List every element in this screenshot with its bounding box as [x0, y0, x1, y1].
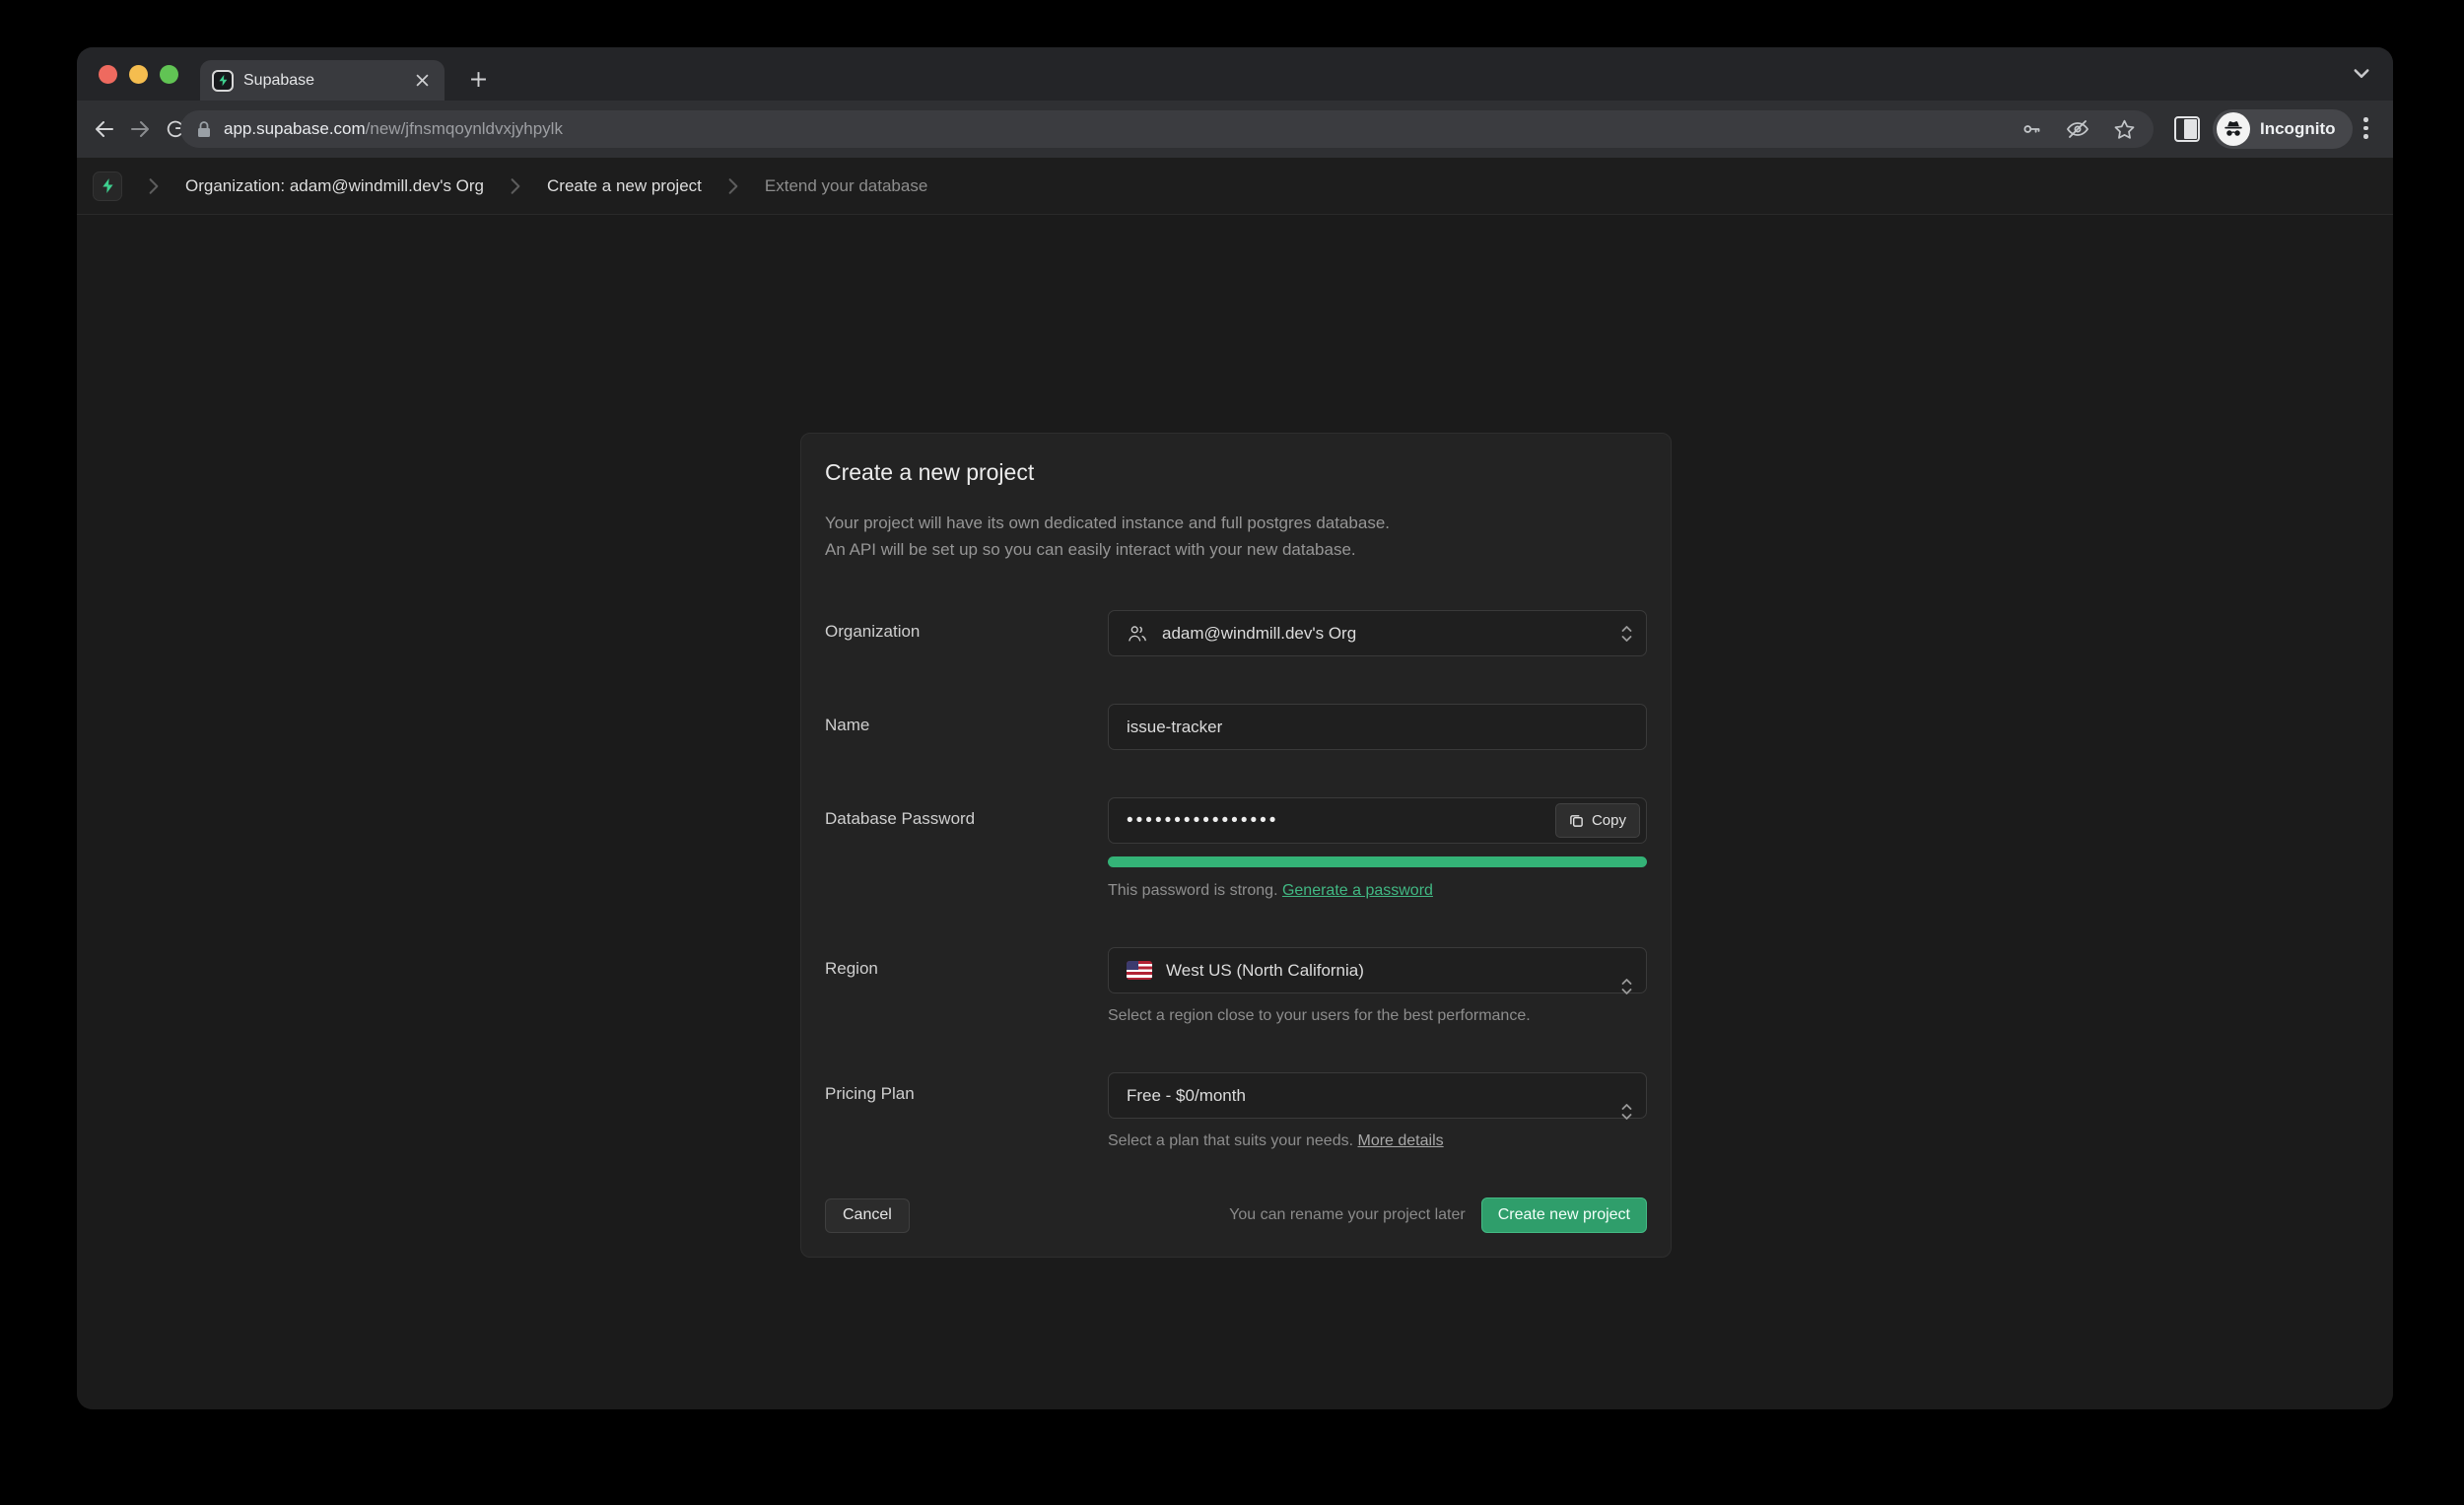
forward-button[interactable]: [122, 111, 158, 147]
breadcrumb-extend-database: Extend your database: [765, 176, 927, 196]
project-name-input[interactable]: [1108, 704, 1647, 750]
rename-note: You can rename your project later: [1229, 1206, 1466, 1224]
password-row: Database Password •••••••••••••••• Copy …: [825, 797, 1647, 900]
lock-icon: [196, 120, 212, 138]
breadcrumb-chevron-icon: [148, 177, 160, 195]
card-description-line2: An API will be set up so you can easily …: [825, 536, 1647, 563]
pricing-helper-text: Select a plan that suits your needs. Mor…: [1108, 1132, 1647, 1150]
more-details-link[interactable]: More details: [1357, 1132, 1443, 1149]
region-row: Region West US (North California) Select…: [825, 947, 1647, 1025]
omnibox-trailing-icons: [2020, 117, 2136, 141]
select-caret-icon: [1620, 624, 1633, 644]
us-flag-icon: [1127, 961, 1152, 980]
new-tab-button[interactable]: [463, 64, 493, 94]
browser-tab-supabase[interactable]: Supabase: [200, 60, 445, 101]
name-label: Name: [825, 704, 1108, 735]
pricing-plan-select[interactable]: Free - $0/month: [1108, 1072, 1647, 1119]
password-strength-text: This password is strong. Generate a pass…: [1108, 882, 1647, 900]
breadcrumb-chevron-icon: [727, 177, 739, 195]
region-value: West US (North California): [1166, 961, 1364, 981]
password-strength-bar: [1108, 856, 1647, 867]
breadcrumb-chevron-icon: [510, 177, 521, 195]
password-label: Database Password: [825, 797, 1108, 829]
lightning-bolt-icon: [217, 74, 230, 87]
eye-slash-icon[interactable]: [2066, 117, 2089, 141]
page-content: Create a new project Your project will h…: [77, 215, 2393, 1409]
create-project-form: Organization adam@windmill.dev's Org N: [825, 610, 1647, 1150]
url-text: app.supabase.com/new/jfnsmqoynldvxjyhpyl…: [224, 119, 2009, 139]
name-row: Name: [825, 704, 1647, 750]
browser-menu-icon[interactable]: [2363, 117, 2368, 139]
page-title: Create a new project: [825, 459, 1647, 486]
lightning-bolt-icon: [100, 177, 116, 194]
bookmark-star-icon[interactable]: [2113, 118, 2136, 141]
organization-label: Organization: [825, 610, 1108, 642]
incognito-icon: [2217, 112, 2250, 146]
card-description-line1: Your project will have its own dedicated…: [825, 510, 1647, 536]
app-header: Organization: adam@windmill.dev's Org Cr…: [77, 158, 2393, 215]
tab-strip: Supabase: [77, 47, 2393, 101]
select-caret-icon: [1620, 1102, 1633, 1122]
pricing-row: Pricing Plan Free - $0/month Select a pl…: [825, 1072, 1647, 1150]
strength-message: This password is strong.: [1108, 882, 1282, 899]
organization-row: Organization adam@windmill.dev's Org: [825, 610, 1647, 656]
close-window-button[interactable]: [99, 65, 117, 84]
select-caret-icon: [1620, 977, 1633, 996]
pricing-helper-message: Select a plan that suits your needs.: [1108, 1132, 1357, 1149]
tab-search-chevron-icon[interactable]: [2352, 63, 2371, 88]
region-helper-text: Select a region close to your users for …: [1108, 1007, 1647, 1025]
breadcrumb-create-project[interactable]: Create a new project: [547, 176, 702, 196]
minimize-window-button[interactable]: [129, 65, 148, 84]
back-button[interactable]: [87, 111, 122, 147]
browser-toolbar: app.supabase.com/new/jfnsmqoynldvxjyhpyl…: [77, 101, 2393, 158]
supabase-favicon-icon: [212, 70, 234, 92]
card-footer: Cancel You can rename your project later…: [825, 1197, 1647, 1233]
tab-title: Supabase: [243, 72, 401, 90]
copy-password-button[interactable]: Copy: [1555, 803, 1640, 838]
side-panel-icon[interactable]: [2174, 116, 2200, 142]
region-select[interactable]: West US (North California): [1108, 947, 1647, 993]
url-bar[interactable]: app.supabase.com/new/jfnsmqoynldvxjyhpyl…: [180, 110, 2154, 148]
password-key-icon[interactable]: [2020, 118, 2042, 140]
url-domain: app.supabase.com: [224, 119, 366, 138]
copy-icon: [1569, 813, 1584, 828]
url-path: /new/jfnsmqoynldvxjyhpylk: [366, 119, 563, 138]
pricing-label: Pricing Plan: [825, 1072, 1108, 1104]
create-new-project-button[interactable]: Create new project: [1481, 1197, 1647, 1233]
users-icon: [1127, 623, 1148, 645]
incognito-label: Incognito: [2260, 119, 2335, 139]
tab-close-icon[interactable]: [411, 70, 433, 92]
breadcrumb-organization[interactable]: Organization: adam@windmill.dev's Org: [185, 176, 484, 196]
cancel-button[interactable]: Cancel: [825, 1198, 910, 1233]
copy-button-label: Copy: [1592, 812, 1626, 829]
supabase-logo[interactable]: [93, 171, 122, 201]
browser-window: Supabase app.supabase.com/new/jfnsmqoynl…: [77, 47, 2393, 1409]
card-description: Your project will have its own dedicated…: [825, 510, 1647, 563]
organization-value: adam@windmill.dev's Org: [1162, 624, 1356, 644]
zoom-window-button[interactable]: [160, 65, 178, 84]
create-project-card: Create a new project Your project will h…: [800, 433, 1672, 1258]
region-label: Region: [825, 947, 1108, 979]
organization-select[interactable]: adam@windmill.dev's Org: [1108, 610, 1647, 656]
generate-password-link[interactable]: Generate a password: [1282, 882, 1433, 899]
pricing-value: Free - $0/month: [1127, 1086, 1246, 1106]
window-controls: [99, 65, 178, 84]
incognito-badge: Incognito: [2213, 109, 2353, 149]
password-value: ••••••••••••••••: [1127, 810, 1278, 832]
